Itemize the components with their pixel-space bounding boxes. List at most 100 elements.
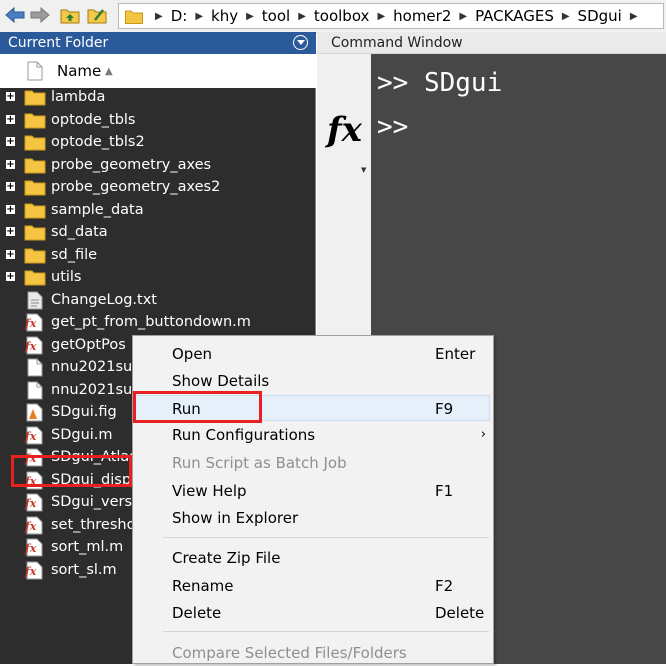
folder-row[interactable]: + lambda xyxy=(0,86,316,108)
submenu-arrow-icon: › xyxy=(480,427,486,442)
matlab-script-icon: fx xyxy=(24,516,46,534)
item-label: ChangeLog.txt xyxy=(51,291,157,308)
column-header[interactable]: Name ▲ xyxy=(0,54,316,89)
matlab-script-icon: fx xyxy=(24,561,46,579)
svg-text:fx: fx xyxy=(24,340,37,353)
breadcrumb-item[interactable]: khy xyxy=(211,7,238,25)
file-row[interactable]: fx get_pt_from_buttondown.m xyxy=(0,311,316,333)
svg-text:fx: fx xyxy=(24,565,37,578)
text-file-icon xyxy=(24,291,46,309)
expand-icon[interactable]: + xyxy=(6,137,15,147)
breadcrumb-item[interactable]: PACKAGES xyxy=(475,7,554,25)
menu-item-label: Create Zip File xyxy=(172,549,281,567)
svg-text:fx: fx xyxy=(24,430,37,443)
folder-icon xyxy=(24,111,46,129)
browse-folder-icon[interactable] xyxy=(86,4,108,26)
item-label: SDgui_vers xyxy=(51,494,133,510)
item-label: get_pt_from_buttondown.m xyxy=(51,314,251,330)
item-label: SDgui.m xyxy=(51,426,113,443)
folder-icon xyxy=(24,178,46,196)
folder-row[interactable]: + utils xyxy=(0,266,316,288)
item-label: nnu2021su xyxy=(51,359,133,375)
expand-icon[interactable]: + xyxy=(6,92,15,102)
menu-separator xyxy=(163,631,489,632)
file-row[interactable]: ChangeLog.txt xyxy=(0,289,316,311)
item-label: set_thresho xyxy=(51,516,136,533)
expand-icon[interactable]: + xyxy=(6,204,15,214)
menu-item-view-help[interactable]: View Help F1 xyxy=(134,478,492,504)
menu-item-open[interactable]: Open Enter xyxy=(134,341,492,367)
breadcrumb-separator-icon: ▶ xyxy=(298,10,306,22)
matlab-script-icon: fx xyxy=(24,493,46,512)
expand-icon[interactable]: + xyxy=(6,182,15,192)
menu-item-create-zip[interactable]: Create Zip File xyxy=(134,545,492,571)
folder-icon xyxy=(24,201,46,219)
panel-title: Current Folder xyxy=(8,35,109,51)
address-bar[interactable]: ▶ D: ▶ khy ▶ tool ▶ toolbox ▶ homer2 ▶ P… xyxy=(118,3,664,29)
breadcrumb-separator-icon: ▶ xyxy=(629,10,638,22)
function-browser-button[interactable]: fx xyxy=(327,110,362,150)
breadcrumb-separator-icon: ▶ xyxy=(195,10,204,22)
folder-icon xyxy=(24,268,46,286)
menu-item-run-configurations[interactable]: Run Configurations › xyxy=(134,422,492,448)
expand-icon[interactable]: + xyxy=(6,114,15,124)
matlab-script-icon: fx xyxy=(24,538,46,557)
toolbar: ▶ D: ▶ khy ▶ tool ▶ toolbox ▶ homer2 ▶ P… xyxy=(0,0,666,33)
expand-icon[interactable]: + xyxy=(6,159,15,169)
folder-icon xyxy=(125,10,143,24)
menu-item-shortcut: F2 xyxy=(435,577,454,595)
folder-row[interactable]: + optode_tbls2 xyxy=(0,131,316,153)
menu-item-delete[interactable]: Delete Delete xyxy=(134,600,492,626)
breadcrumb-separator-icon: ▶ xyxy=(246,10,254,22)
folder-icon xyxy=(24,223,46,241)
menu-item-label: Run Configurations xyxy=(172,426,316,444)
breadcrumb-item[interactable]: D: xyxy=(171,7,188,25)
panel-actions-icon[interactable] xyxy=(293,35,308,50)
svg-text:fx: fx xyxy=(24,497,37,510)
command-history-line: >> SDgui xyxy=(377,68,503,98)
item-label: sd_file xyxy=(51,246,98,263)
annotation-highlight-box xyxy=(133,391,262,423)
svg-text:fx: fx xyxy=(24,520,37,533)
expand-icon[interactable]: + xyxy=(6,227,15,237)
folder-row[interactable]: + optode_tbls xyxy=(0,109,316,131)
folder-row[interactable]: + probe_geometry_axes xyxy=(0,154,316,176)
svg-text:fx: fx xyxy=(24,317,37,330)
menu-item-label: View Help xyxy=(172,482,247,500)
breadcrumb-item[interactable]: SDgui xyxy=(578,7,622,25)
item-label: optode_tbls xyxy=(51,111,136,128)
matlab-script-icon: fx xyxy=(24,336,46,354)
folder-row[interactable]: + sample_data xyxy=(0,199,316,221)
name-column-label[interactable]: Name xyxy=(57,62,101,80)
item-label: utils xyxy=(51,269,82,285)
menu-item-show-in-explorer[interactable]: Show in Explorer xyxy=(134,505,492,531)
folder-icon xyxy=(24,88,46,106)
menu-item-rename[interactable]: Rename F2 xyxy=(134,573,492,599)
folder-row[interactable]: + sd_file xyxy=(0,244,316,266)
breadcrumb-separator-icon: ▶ xyxy=(561,10,570,22)
item-label: sample_data xyxy=(51,201,144,218)
expand-icon[interactable]: + xyxy=(6,272,15,282)
breadcrumb-item[interactable]: homer2 xyxy=(393,7,451,25)
menu-item-label: Rename xyxy=(172,577,234,595)
item-label: lambda xyxy=(51,89,106,105)
item-label: probe_geometry_axes xyxy=(51,156,212,173)
menu-item-label: Delete xyxy=(172,604,222,622)
sort-ascending-icon: ▲ xyxy=(105,66,113,77)
back-arrow-icon[interactable] xyxy=(4,4,26,26)
breadcrumb-item[interactable]: toolbox xyxy=(314,7,370,25)
dropdown-caret-icon: ▼ xyxy=(361,166,367,174)
command-prompt[interactable]: >> xyxy=(377,112,408,142)
breadcrumb-separator-icon: ▶ xyxy=(459,10,468,22)
menu-item-run-script-batch: Run Script as Batch Job xyxy=(134,450,492,476)
folder-row[interactable]: + probe_geometry_axes2 xyxy=(0,176,316,198)
forward-arrow-icon[interactable] xyxy=(29,4,51,26)
menu-item-shortcut: Delete xyxy=(435,604,485,622)
matlab-script-icon: fx xyxy=(24,313,46,332)
folder-row[interactable]: + sd_data xyxy=(0,221,316,243)
up-folder-icon[interactable] xyxy=(59,4,81,26)
breadcrumb-item[interactable]: tool xyxy=(262,7,290,25)
expand-icon[interactable]: + xyxy=(6,249,15,259)
folder-icon xyxy=(24,246,46,264)
breadcrumb-separator-icon: ▶ xyxy=(155,10,163,22)
